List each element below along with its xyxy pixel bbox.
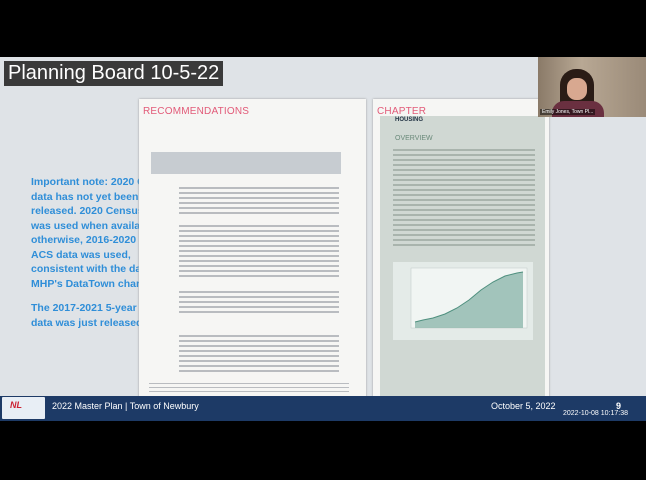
participant-name-label: Emily Jones, Town Pl...: [540, 109, 596, 115]
footnote-block: [149, 383, 349, 395]
section-header-bar: [151, 152, 341, 174]
plan-title: 2022 Master Plan | Town of Newbury: [52, 401, 199, 411]
body-text-block: [179, 225, 339, 280]
overview-label: OVERVIEW: [395, 135, 433, 142]
document-page-left: RECOMMENDATIONS: [139, 99, 366, 403]
body-text-block: [179, 187, 339, 217]
population-chart: [393, 262, 533, 340]
housing-text-block: [393, 149, 535, 249]
body-text-block: [179, 335, 339, 375]
left-page-heading: RECOMMENDATIONS: [143, 106, 250, 117]
footer-date: October 5, 2022: [491, 401, 556, 411]
housing-section-title: HOUSING: [395, 117, 424, 123]
population-chart-graphic: [410, 267, 528, 329]
footer-bar: NL 2022 Master Plan | Town of Newbury Oc…: [0, 396, 646, 421]
newbury-logo: NL: [2, 397, 45, 419]
body-text-block: [179, 291, 339, 316]
slide-title: Planning Board 10-5-22: [4, 61, 224, 86]
recording-timestamp: 2022-10-08 10:17:38: [563, 410, 628, 417]
webcam-thumbnail[interactable]: Emily Jones, Town Pl...: [538, 57, 646, 117]
